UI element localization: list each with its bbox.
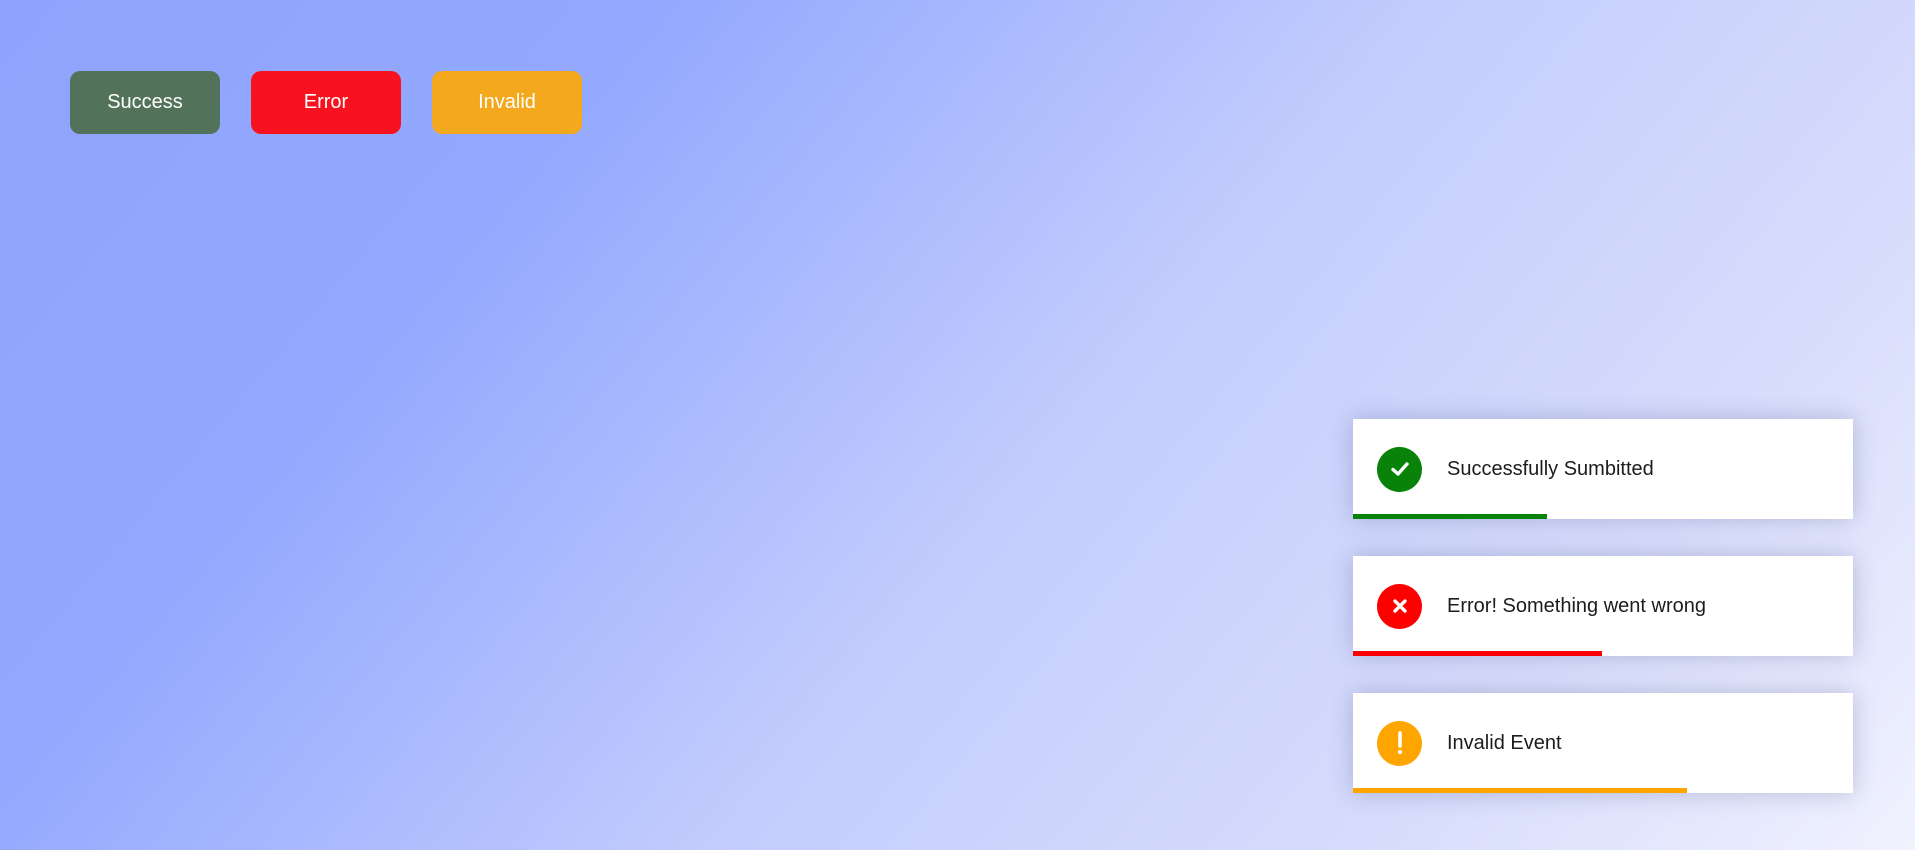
- exclamation-icon: [1377, 720, 1422, 766]
- toast-error[interactable]: Error! Something went wrong: [1353, 556, 1853, 656]
- toast-progress-bar: [1353, 514, 1547, 519]
- check-icon: [1377, 446, 1422, 492]
- toast-message: Successfully Sumbitted: [1447, 457, 1654, 480]
- toast-success[interactable]: Successfully Sumbitted: [1353, 419, 1853, 519]
- toast-progress-bar: [1353, 788, 1687, 793]
- toast-progress-bar: [1353, 651, 1602, 656]
- success-button[interactable]: Success: [70, 71, 220, 134]
- toast-stack: Successfully Sumbitted Error! Something …: [1353, 419, 1853, 793]
- x-icon: [1377, 583, 1422, 629]
- invalid-button[interactable]: Invalid: [432, 71, 582, 134]
- toast-message: Error! Something went wrong: [1447, 594, 1707, 617]
- error-button[interactable]: Error: [251, 71, 401, 134]
- toast-invalid[interactable]: Invalid Event: [1353, 693, 1853, 793]
- trigger-button-row: Success Error Invalid: [70, 71, 582, 134]
- toast-message: Invalid Event: [1447, 731, 1562, 754]
